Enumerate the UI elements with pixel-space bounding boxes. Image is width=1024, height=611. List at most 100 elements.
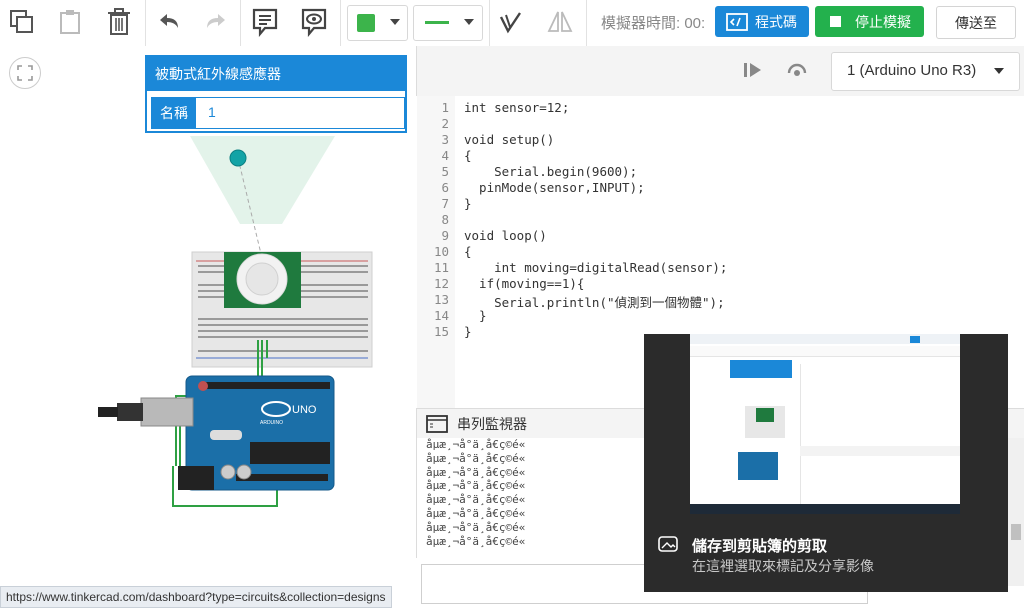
crystal: [210, 430, 242, 440]
line-number: 3: [441, 132, 449, 147]
snip-notification-title: 儲存到剪貼簿的剪取: [692, 538, 828, 555]
chevron-down-icon: [994, 68, 1004, 74]
paste-button[interactable]: [54, 6, 86, 38]
snip-notification[interactable]: 儲存到剪貼簿的剪取 在這裡選取來標記及分享影像: [644, 334, 1008, 592]
stop-simulation-label: 停止模擬: [855, 14, 911, 30]
serial-scrollbar[interactable]: [1008, 438, 1024, 586]
serial-output-line: åµæ¸¬å°ä¸å€ç©é«: [426, 507, 526, 520]
status-bar-url: https://www.tinkercad.com/dashboard?type…: [0, 586, 392, 608]
notes-button[interactable]: [249, 6, 281, 38]
usb-cable-plug: [117, 403, 143, 421]
restart-icon[interactable]: [786, 60, 808, 80]
code-line: if(moving==1){: [464, 276, 585, 291]
line-number: 9: [441, 228, 449, 243]
simulator-time-label: 模擬器時間: 00:: [601, 15, 706, 32]
component-properties-panel: 被動式紅外線感應器 名稱 1: [145, 55, 407, 133]
trash-icon: [108, 8, 130, 35]
serial-output-line: åµæ¸¬å°ä¸å€ç©é«: [426, 493, 526, 507]
code-line: }: [464, 324, 472, 339]
usb-cable: [98, 407, 118, 417]
chevron-down-icon: [390, 19, 400, 25]
code-line: void setup(): [464, 132, 555, 147]
serial-output-line: åµæ¸¬å°ä¸å€ç©é«: [426, 451, 526, 465]
code-panel-header: 1 (Arduino Uno R3): [416, 46, 1024, 96]
scrollbar-thumb[interactable]: [1011, 524, 1021, 540]
line-number: 12: [433, 276, 449, 291]
line-number: 14: [433, 308, 449, 323]
code-line: {: [464, 244, 472, 259]
serial-output-line: åµæ¸¬å°ä¸å€ç©é«: [426, 520, 526, 534]
flip-button[interactable]: [544, 6, 576, 38]
name-field-row: 名稱 1: [151, 97, 405, 129]
serial-output-line: åµæ¸¬å°ä¸å€ç©é«: [426, 465, 526, 479]
line-number: 15: [433, 324, 449, 339]
power-jack: [178, 466, 214, 490]
code-button[interactable]: 程式碼: [715, 6, 809, 37]
line-number-gutter: 1 2 3 4 5 6 7 8 9 10 11 12 13 14 15: [417, 96, 455, 408]
line-number: 1: [441, 100, 449, 115]
code-line: }: [464, 308, 487, 323]
note-icon: [252, 8, 278, 37]
digital-header: [204, 382, 330, 389]
step-icon[interactable]: [743, 61, 763, 79]
device-select[interactable]: 1 (Arduino Uno R3): [831, 52, 1020, 91]
line-number: 5: [441, 164, 449, 179]
arduino-text: ARDUINO: [260, 420, 283, 426]
snip-preview-image: [690, 334, 960, 514]
eye-note-icon: [301, 8, 327, 37]
toolbar-divider: [489, 0, 490, 46]
line-number: 10: [433, 244, 449, 259]
redo-icon: [207, 14, 225, 28]
redo-button[interactable]: [200, 6, 232, 38]
toolbar-divider: [145, 0, 146, 46]
code-line: int moving=digitalRead(sensor);: [464, 260, 728, 275]
line-number: 7: [441, 196, 449, 211]
delete-button[interactable]: [103, 6, 135, 38]
screenshot-icon: [658, 536, 678, 552]
align-button[interactable]: [495, 6, 527, 38]
line-style-dropdown[interactable]: [413, 5, 483, 41]
toolbar-divider: [340, 0, 341, 46]
copy-button[interactable]: [6, 6, 38, 38]
undo-button[interactable]: [153, 6, 185, 38]
device-select-value: 1 (Arduino Uno R3): [847, 62, 977, 79]
code-line: Serial.println("偵測到一個物體");: [464, 295, 725, 310]
code-line: void loop(): [464, 228, 547, 243]
line-number: 13: [433, 292, 449, 307]
fill-color-swatch: [357, 14, 375, 32]
toolbar: 模擬器時間: 00: 程式碼 停止模擬 傳送至: [0, 0, 1024, 47]
align-icon: [499, 12, 521, 34]
serial-output-line: åµæ¸¬å°ä¸å€ç©é«: [426, 438, 526, 451]
snip-notification-subtitle: 在這裡選取來標記及分享影像: [692, 558, 874, 574]
atmega-chip: [250, 442, 330, 464]
line-style-swatch: [425, 21, 449, 24]
usb-port: [140, 397, 194, 427]
paste-icon: [60, 10, 80, 34]
name-input[interactable]: 1: [208, 104, 216, 120]
toolbar-divider: [586, 0, 587, 46]
serial-monitor-icon: [426, 415, 448, 433]
line-number: 4: [441, 148, 449, 163]
toolbar-divider: [240, 0, 241, 46]
pir-detection-zone: [190, 136, 335, 224]
motion-target-handle: [229, 149, 247, 167]
code-line: int sensor=12;: [464, 100, 570, 115]
toggle-notes-visibility-button[interactable]: [298, 6, 330, 38]
properties-title: 被動式紅外線感應器: [147, 57, 405, 91]
line-number: 8: [441, 212, 449, 227]
flip-icon: [547, 11, 573, 32]
code-line: pinMode(sensor,INPUT);: [464, 180, 645, 195]
line-number: 11: [433, 260, 449, 275]
code-line: {: [464, 148, 472, 163]
code-line: }: [464, 196, 472, 211]
undo-icon: [160, 14, 178, 28]
capacitor: [236, 464, 252, 480]
stop-icon: [830, 16, 841, 27]
serial-monitor-title: 串列監視器: [457, 416, 527, 432]
send-to-button[interactable]: 傳送至: [936, 6, 1016, 39]
code-line: Serial.begin(9600);: [464, 164, 638, 179]
stop-simulation-button[interactable]: 停止模擬: [815, 6, 924, 37]
fill-color-dropdown[interactable]: [347, 5, 408, 41]
serial-output-line: åµæ¸¬å°ä¸å€ç©é«: [426, 534, 526, 548]
name-label: 名稱: [152, 98, 196, 128]
